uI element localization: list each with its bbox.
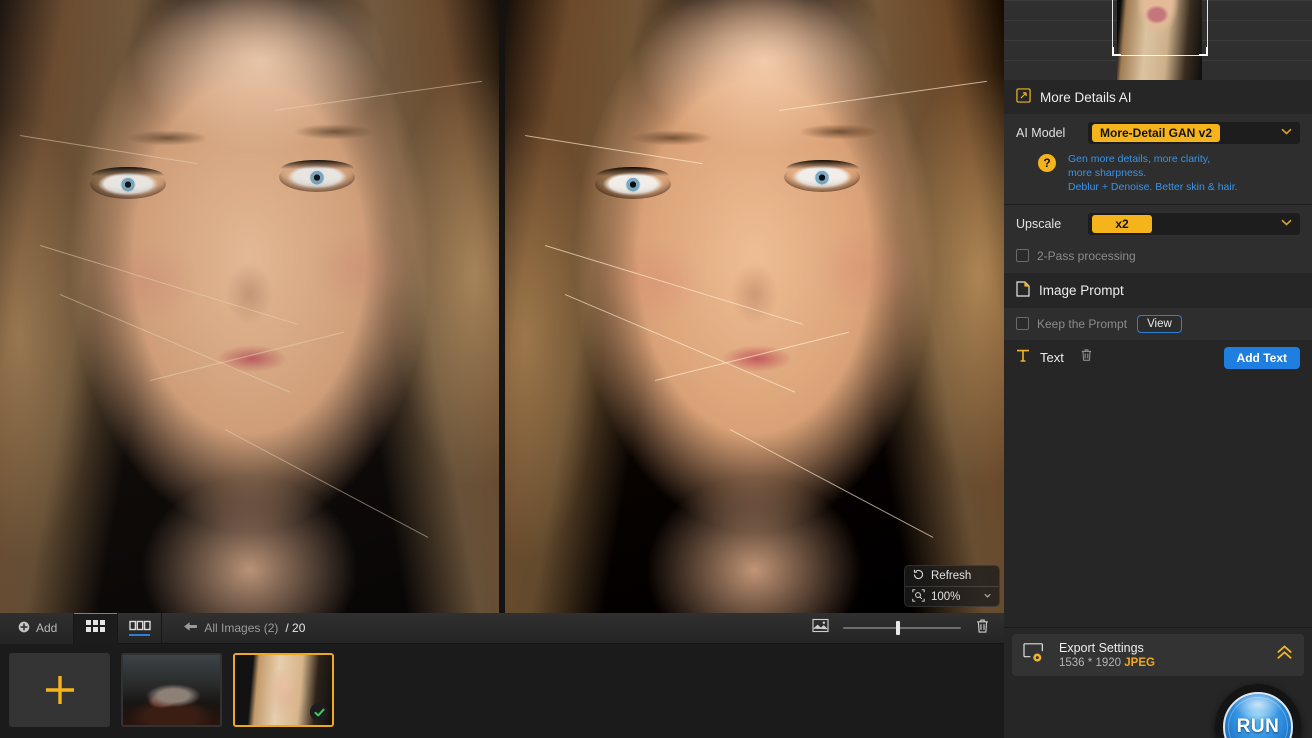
thumbnail-item-selected[interactable]	[233, 653, 334, 727]
ai-model-select[interactable]: More-Detail GAN v2	[1088, 122, 1300, 144]
run-area: RUN	[1004, 676, 1312, 738]
keep-prompt-label: Keep the Prompt	[1037, 316, 1128, 331]
add-images-button[interactable]: Add	[0, 612, 75, 644]
chevron-down-icon[interactable]	[1280, 124, 1293, 142]
upscale-value: x2	[1092, 214, 1152, 233]
viewer-pane-enhanced[interactable]	[505, 0, 1004, 613]
grid-view-button[interactable]	[74, 612, 119, 644]
portrait-image-original	[0, 0, 499, 613]
text-tool-icon	[1016, 348, 1030, 368]
filmstrip-toolbar-right	[812, 618, 1004, 639]
export-settings-icon	[1022, 642, 1048, 669]
export-dimensions: 1536 * 1920	[1059, 657, 1122, 669]
add-text-button[interactable]: Add Text	[1223, 346, 1300, 369]
two-pass-label: 2-Pass processing	[1037, 248, 1136, 263]
slider-track	[843, 627, 961, 629]
selection-corner-bottom-right	[1199, 47, 1208, 56]
ai-model-label: AI Model	[1016, 126, 1066, 140]
filmstrip-view-icon	[129, 619, 151, 637]
section-title: Image Prompt	[1039, 282, 1124, 298]
all-images-total: / 20	[285, 621, 306, 635]
double-chevron-up-icon[interactable]	[1275, 644, 1294, 666]
rotate-ccw-icon	[912, 568, 925, 584]
export-settings-sub: 1536 * 1920 JPEG	[1059, 657, 1155, 669]
grid-view-icon	[85, 619, 106, 638]
navigator-preview[interactable]	[1004, 0, 1312, 80]
image-viewer[interactable]: Refresh 100%	[0, 0, 1004, 613]
upscale-select[interactable]: x2	[1088, 212, 1300, 235]
slider-handle[interactable]	[896, 621, 901, 635]
export-format: JPEG	[1124, 657, 1155, 669]
chevron-down-icon[interactable]	[1280, 215, 1293, 233]
export-settings-wrap: Export Settings 1536 * 1920 JPEG	[1004, 627, 1312, 676]
run-button[interactable]: RUN	[1215, 684, 1301, 738]
all-images-nav[interactable]: All Images (2) / 20	[162, 621, 305, 635]
filmstrip-toolbar: Add All Images (2) / 20	[0, 612, 1004, 644]
zoom-level-control[interactable]: 100%	[905, 586, 999, 606]
all-images-label: All Images (2)	[204, 621, 279, 635]
ai-model-value: More-Detail GAN v2	[1092, 124, 1221, 142]
portrait-image-enhanced	[505, 0, 1004, 613]
thumbnail-size-slider[interactable]	[843, 621, 961, 635]
export-settings-card[interactable]: Export Settings 1536 * 1920 JPEG	[1012, 634, 1304, 676]
selection-corner-bottom-left	[1112, 47, 1121, 56]
keep-prompt-row: Keep the Prompt View	[1004, 308, 1312, 340]
viewer-controls: Refresh 100%	[904, 565, 1000, 607]
plus-circle-icon	[18, 621, 30, 636]
delete-images-icon[interactable]	[975, 618, 990, 639]
add-label: Add	[36, 621, 58, 635]
viewer-pane-original[interactable]	[0, 0, 499, 613]
help-line-3: Deblur + Denoise. Better skin & hair.	[1068, 181, 1238, 194]
two-pass-checkbox[interactable]	[1016, 249, 1029, 263]
help-line-2: more sharpness.	[1068, 167, 1147, 180]
app-root: Refresh 100% Add All Images (2) / 20 Mor…	[0, 0, 1312, 738]
eye-right	[784, 160, 861, 193]
image-size-icon[interactable]	[812, 618, 829, 638]
creature-thumbnail-image	[123, 655, 220, 725]
ai-model-help-text: Gen more details, more clarity, more sha…	[1068, 152, 1238, 195]
two-pass-row[interactable]: 2-Pass processing	[1004, 243, 1312, 273]
expand-arrow-icon	[1016, 88, 1031, 106]
export-settings-title: Export Settings	[1059, 641, 1144, 655]
run-button-inner: RUN	[1223, 692, 1293, 738]
eye-left	[89, 166, 166, 199]
thumbnail-strip	[0, 644, 1004, 727]
upscale-row: Upscale x2	[1004, 205, 1312, 243]
keep-prompt-checkbox[interactable]	[1016, 317, 1029, 331]
eye-left	[594, 166, 671, 199]
eye-right	[279, 160, 356, 193]
help-line-1: Gen more details, more clarity,	[1068, 153, 1211, 165]
section-title: More Details AI	[1040, 89, 1132, 105]
section-header-image-prompt[interactable]: Image Prompt	[1004, 272, 1312, 308]
filmstrip-view-button[interactable]	[118, 612, 163, 644]
zoom-region-icon	[912, 588, 925, 605]
ai-model-help: ? Gen more details, more clarity, more s…	[1004, 152, 1312, 204]
run-label: RUN	[1236, 716, 1280, 737]
panel-spacer	[1004, 376, 1312, 627]
navigator-selection-rect[interactable]	[1112, 0, 1208, 56]
thumbnail-item[interactable]	[121, 653, 222, 727]
export-settings-text: Export Settings 1536 * 1920 JPEG	[1059, 641, 1155, 669]
image-prompt-card: Keep the Prompt View	[1004, 307, 1312, 340]
upscale-label: Upscale	[1016, 216, 1062, 231]
view-prompt-button[interactable]: View	[1137, 314, 1182, 333]
text-layer-row: Text Add Text	[1004, 340, 1312, 376]
refresh-label: Refresh	[931, 570, 972, 582]
text-layer-label: Text	[1040, 350, 1064, 366]
section-header-more-details[interactable]: More Details AI	[1004, 80, 1312, 114]
filmstrip-bar: Add All Images (2) / 20	[0, 612, 1004, 738]
question-icon[interactable]: ?	[1038, 154, 1056, 172]
arrow-left-icon[interactable]	[184, 621, 198, 635]
settings-panel: More Details AI AI Model More-Detail GAN…	[1004, 0, 1312, 738]
thumbnail-processed-badge	[310, 703, 328, 721]
more-details-card: AI Model More-Detail GAN v2 ? Gen more d…	[1004, 114, 1312, 273]
document-icon	[1016, 280, 1030, 300]
chevron-down-icon[interactable]	[983, 591, 992, 603]
ai-model-row: AI Model More-Detail GAN v2	[1004, 114, 1312, 152]
refresh-button[interactable]: Refresh	[905, 566, 999, 586]
zoom-level-label: 100%	[931, 590, 961, 603]
thumbnail-add-tile[interactable]	[9, 653, 110, 727]
delete-text-icon[interactable]	[1080, 348, 1093, 367]
